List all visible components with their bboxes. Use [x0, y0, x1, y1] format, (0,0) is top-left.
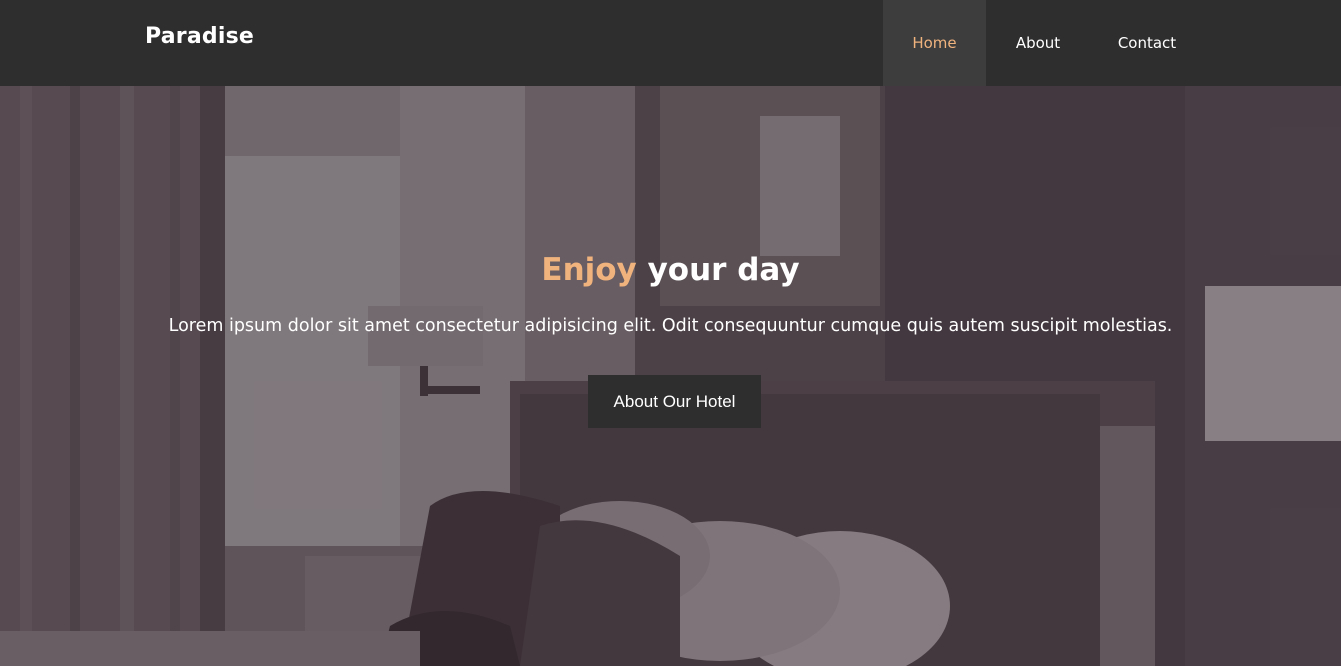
main-nav: Home About Contact	[883, 0, 1204, 86]
nav-item-home[interactable]: Home	[883, 0, 986, 86]
nav-item-contact[interactable]: Contact	[1090, 0, 1204, 86]
hero-subtext: Lorem ipsum dolor sit amet consectetur a…	[168, 316, 1173, 336]
hero-section: Enjoy your day Lorem ipsum dolor sit ame…	[0, 86, 1341, 666]
headline-rest: your day	[647, 252, 800, 288]
hero-headline: Enjoy your day	[0, 252, 1341, 288]
navbar: Paradise Home About Contact	[0, 0, 1341, 86]
brand-logo[interactable]: Paradise	[145, 24, 254, 49]
about-hotel-button[interactable]: About Our Hotel	[588, 375, 761, 428]
headline-accent: Enjoy	[541, 252, 637, 288]
nav-item-about[interactable]: About	[986, 0, 1090, 86]
